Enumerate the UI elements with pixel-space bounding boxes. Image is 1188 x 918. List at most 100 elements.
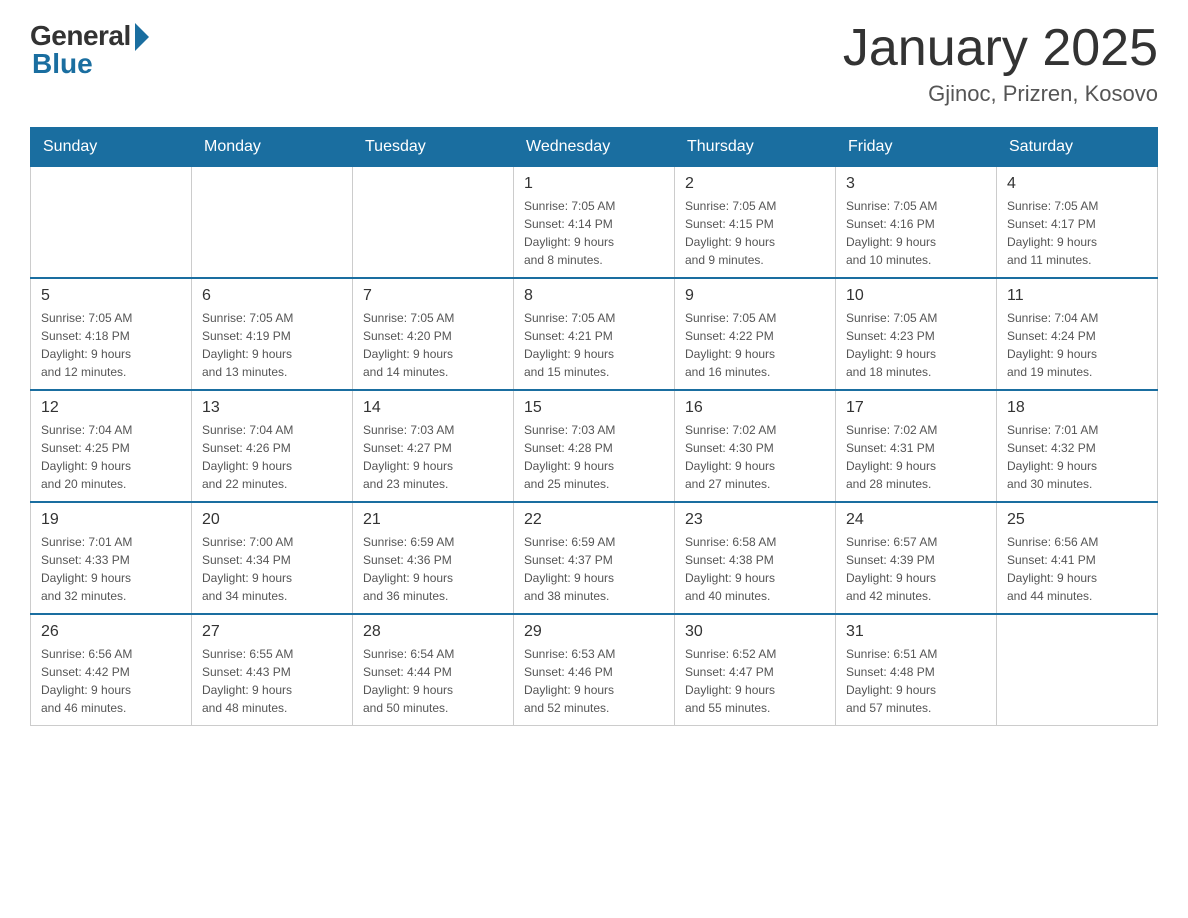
calendar-cell: 10Sunrise: 7:05 AM Sunset: 4:23 PM Dayli… bbox=[836, 278, 997, 390]
day-info: Sunrise: 6:53 AM Sunset: 4:46 PM Dayligh… bbox=[524, 645, 664, 717]
calendar-cell: 3 Sunrise: 7:05 AM Sunset: 4:16 PM Daylig… bbox=[836, 167, 997, 279]
day-info: Sunrise: 7:05 AM Sunset: 4:14 PM Dayligh… bbox=[524, 197, 664, 269]
day-number: 25 bbox=[1007, 511, 1147, 529]
day-info: Sunrise: 7:02 AM Sunset: 4:30 PM Dayligh… bbox=[685, 421, 825, 493]
logo-blue-text: Blue bbox=[30, 48, 93, 80]
day-number: 13 bbox=[202, 399, 342, 417]
day-number: 21 bbox=[363, 511, 503, 529]
day-info: Sunrise: 6:54 AM Sunset: 4:44 PM Dayligh… bbox=[363, 645, 503, 717]
calendar-cell: 23 Sunrise: 6:58 AM Sunset: 4:38 PM Dayli… bbox=[675, 502, 836, 614]
day-number: 12 bbox=[41, 399, 181, 417]
day-number: 31 bbox=[846, 623, 986, 641]
calendar-cell: 8Sunrise: 7:05 AM Sunset: 4:21 PM Daylig… bbox=[514, 278, 675, 390]
day-info: Sunrise: 7:05 AM Sunset: 4:20 PM Dayligh… bbox=[363, 309, 503, 381]
day-number: 9 bbox=[685, 287, 825, 305]
day-number: 2 bbox=[685, 175, 825, 193]
calendar-cell bbox=[192, 167, 353, 279]
day-number: 1 bbox=[524, 175, 664, 193]
day-number: 26 bbox=[41, 623, 181, 641]
calendar-cell: 14 Sunrise: 7:03 AM Sunset: 4:27 PM Dayli… bbox=[353, 390, 514, 502]
day-number: 20 bbox=[202, 511, 342, 529]
day-info: Sunrise: 6:57 AM Sunset: 4:39 PM Dayligh… bbox=[846, 533, 986, 605]
day-info: Sunrise: 7:05 AM Sunset: 4:22 PM Dayligh… bbox=[685, 309, 825, 381]
calendar-cell: 26 Sunrise: 6:56 AM Sunset: 4:42 PM Dayli… bbox=[31, 614, 192, 726]
day-info: Sunrise: 6:59 AM Sunset: 4:36 PM Dayligh… bbox=[363, 533, 503, 605]
location: Gjinoc, Prizren, Kosovo bbox=[843, 81, 1158, 107]
calendar-cell: 7 Sunrise: 7:05 AM Sunset: 4:20 PM Daylig… bbox=[353, 278, 514, 390]
day-of-week-header: Saturday bbox=[997, 128, 1158, 167]
day-number: 29 bbox=[524, 623, 664, 641]
day-info: Sunrise: 7:05 AM Sunset: 4:17 PM Dayligh… bbox=[1007, 197, 1147, 269]
calendar-cell: 24Sunrise: 6:57 AM Sunset: 4:39 PM Dayli… bbox=[836, 502, 997, 614]
calendar-cell: 31 Sunrise: 6:51 AM Sunset: 4:48 PM Dayli… bbox=[836, 614, 997, 726]
calendar-cell: 29 Sunrise: 6:53 AM Sunset: 4:46 PM Dayli… bbox=[514, 614, 675, 726]
day-number: 14 bbox=[363, 399, 503, 417]
day-info: Sunrise: 7:05 AM Sunset: 4:16 PM Dayligh… bbox=[846, 197, 986, 269]
calendar-cell: 6 Sunrise: 7:05 AM Sunset: 4:19 PM Daylig… bbox=[192, 278, 353, 390]
day-number: 11 bbox=[1007, 287, 1147, 305]
calendar-cell: 18Sunrise: 7:01 AM Sunset: 4:32 PM Dayli… bbox=[997, 390, 1158, 502]
calendar-cell: 15 Sunrise: 7:03 AM Sunset: 4:28 PM Dayli… bbox=[514, 390, 675, 502]
day-number: 15 bbox=[524, 399, 664, 417]
day-info: Sunrise: 6:52 AM Sunset: 4:47 PM Dayligh… bbox=[685, 645, 825, 717]
calendar-cell: 9 Sunrise: 7:05 AM Sunset: 4:22 PM Daylig… bbox=[675, 278, 836, 390]
day-number: 10 bbox=[846, 287, 986, 305]
calendar-cell bbox=[31, 167, 192, 279]
day-of-week-header: Friday bbox=[836, 128, 997, 167]
day-of-week-header: Sunday bbox=[31, 128, 192, 167]
day-info: Sunrise: 7:00 AM Sunset: 4:34 PM Dayligh… bbox=[202, 533, 342, 605]
logo-arrow-icon bbox=[135, 23, 149, 51]
calendar-cell: 16 Sunrise: 7:02 AM Sunset: 4:30 PM Dayli… bbox=[675, 390, 836, 502]
calendar-cell: 19 Sunrise: 7:01 AM Sunset: 4:33 PM Dayli… bbox=[31, 502, 192, 614]
day-info: Sunrise: 6:56 AM Sunset: 4:42 PM Dayligh… bbox=[41, 645, 181, 717]
calendar-cell: 2 Sunrise: 7:05 AM Sunset: 4:15 PM Daylig… bbox=[675, 167, 836, 279]
day-info: Sunrise: 7:05 AM Sunset: 4:19 PM Dayligh… bbox=[202, 309, 342, 381]
day-of-week-header: Thursday bbox=[675, 128, 836, 167]
logo: General Blue bbox=[30, 20, 149, 80]
day-number: 5 bbox=[41, 287, 181, 305]
day-info: Sunrise: 6:51 AM Sunset: 4:48 PM Dayligh… bbox=[846, 645, 986, 717]
calendar-cell: 17 Sunrise: 7:02 AM Sunset: 4:31 PM Dayli… bbox=[836, 390, 997, 502]
day-info: Sunrise: 7:04 AM Sunset: 4:25 PM Dayligh… bbox=[41, 421, 181, 493]
day-number: 23 bbox=[685, 511, 825, 529]
calendar-cell: 25 Sunrise: 6:56 AM Sunset: 4:41 PM Dayli… bbox=[997, 502, 1158, 614]
day-info: Sunrise: 7:01 AM Sunset: 4:32 PM Dayligh… bbox=[1007, 421, 1147, 493]
calendar-cell bbox=[353, 167, 514, 279]
day-info: Sunrise: 7:03 AM Sunset: 4:28 PM Dayligh… bbox=[524, 421, 664, 493]
calendar-cell: 1 Sunrise: 7:05 AM Sunset: 4:14 PM Daylig… bbox=[514, 167, 675, 279]
day-number: 4 bbox=[1007, 175, 1147, 193]
day-info: Sunrise: 6:55 AM Sunset: 4:43 PM Dayligh… bbox=[202, 645, 342, 717]
calendar-cell: 30 Sunrise: 6:52 AM Sunset: 4:47 PM Dayli… bbox=[675, 614, 836, 726]
day-number: 17 bbox=[846, 399, 986, 417]
day-number: 28 bbox=[363, 623, 503, 641]
calendar-cell: 5 Sunrise: 7:05 AM Sunset: 4:18 PM Daylig… bbox=[31, 278, 192, 390]
day-info: Sunrise: 7:04 AM Sunset: 4:26 PM Dayligh… bbox=[202, 421, 342, 493]
day-info: Sunrise: 7:02 AM Sunset: 4:31 PM Dayligh… bbox=[846, 421, 986, 493]
day-number: 3 bbox=[846, 175, 986, 193]
day-of-week-header: Monday bbox=[192, 128, 353, 167]
day-number: 30 bbox=[685, 623, 825, 641]
calendar-cell: 13 Sunrise: 7:04 AM Sunset: 4:26 PM Dayli… bbox=[192, 390, 353, 502]
calendar-cell: 27Sunrise: 6:55 AM Sunset: 4:43 PM Dayli… bbox=[192, 614, 353, 726]
day-number: 22 bbox=[524, 511, 664, 529]
day-info: Sunrise: 6:58 AM Sunset: 4:38 PM Dayligh… bbox=[685, 533, 825, 605]
calendar-cell: 20 Sunrise: 7:00 AM Sunset: 4:34 PM Dayli… bbox=[192, 502, 353, 614]
calendar-cell: 11 Sunrise: 7:04 AM Sunset: 4:24 PM Dayli… bbox=[997, 278, 1158, 390]
day-info: Sunrise: 7:05 AM Sunset: 4:18 PM Dayligh… bbox=[41, 309, 181, 381]
day-number: 8 bbox=[524, 287, 664, 305]
day-number: 19 bbox=[41, 511, 181, 529]
day-of-week-header: Tuesday bbox=[353, 128, 514, 167]
day-number: 6 bbox=[202, 287, 342, 305]
day-info: Sunrise: 7:04 AM Sunset: 4:24 PM Dayligh… bbox=[1007, 309, 1147, 381]
page-header: General Blue January 2025 Gjinoc, Prizre… bbox=[30, 20, 1158, 107]
day-of-week-header: Wednesday bbox=[514, 128, 675, 167]
calendar-cell: 4 Sunrise: 7:05 AM Sunset: 4:17 PM Daylig… bbox=[997, 167, 1158, 279]
calendar-cell bbox=[997, 614, 1158, 726]
day-info: Sunrise: 7:03 AM Sunset: 4:27 PM Dayligh… bbox=[363, 421, 503, 493]
day-info: Sunrise: 7:05 AM Sunset: 4:15 PM Dayligh… bbox=[685, 197, 825, 269]
day-number: 7 bbox=[363, 287, 503, 305]
day-number: 16 bbox=[685, 399, 825, 417]
day-info: Sunrise: 7:01 AM Sunset: 4:33 PM Dayligh… bbox=[41, 533, 181, 605]
calendar-cell: 22Sunrise: 6:59 AM Sunset: 4:37 PM Dayli… bbox=[514, 502, 675, 614]
day-info: Sunrise: 6:56 AM Sunset: 4:41 PM Dayligh… bbox=[1007, 533, 1147, 605]
